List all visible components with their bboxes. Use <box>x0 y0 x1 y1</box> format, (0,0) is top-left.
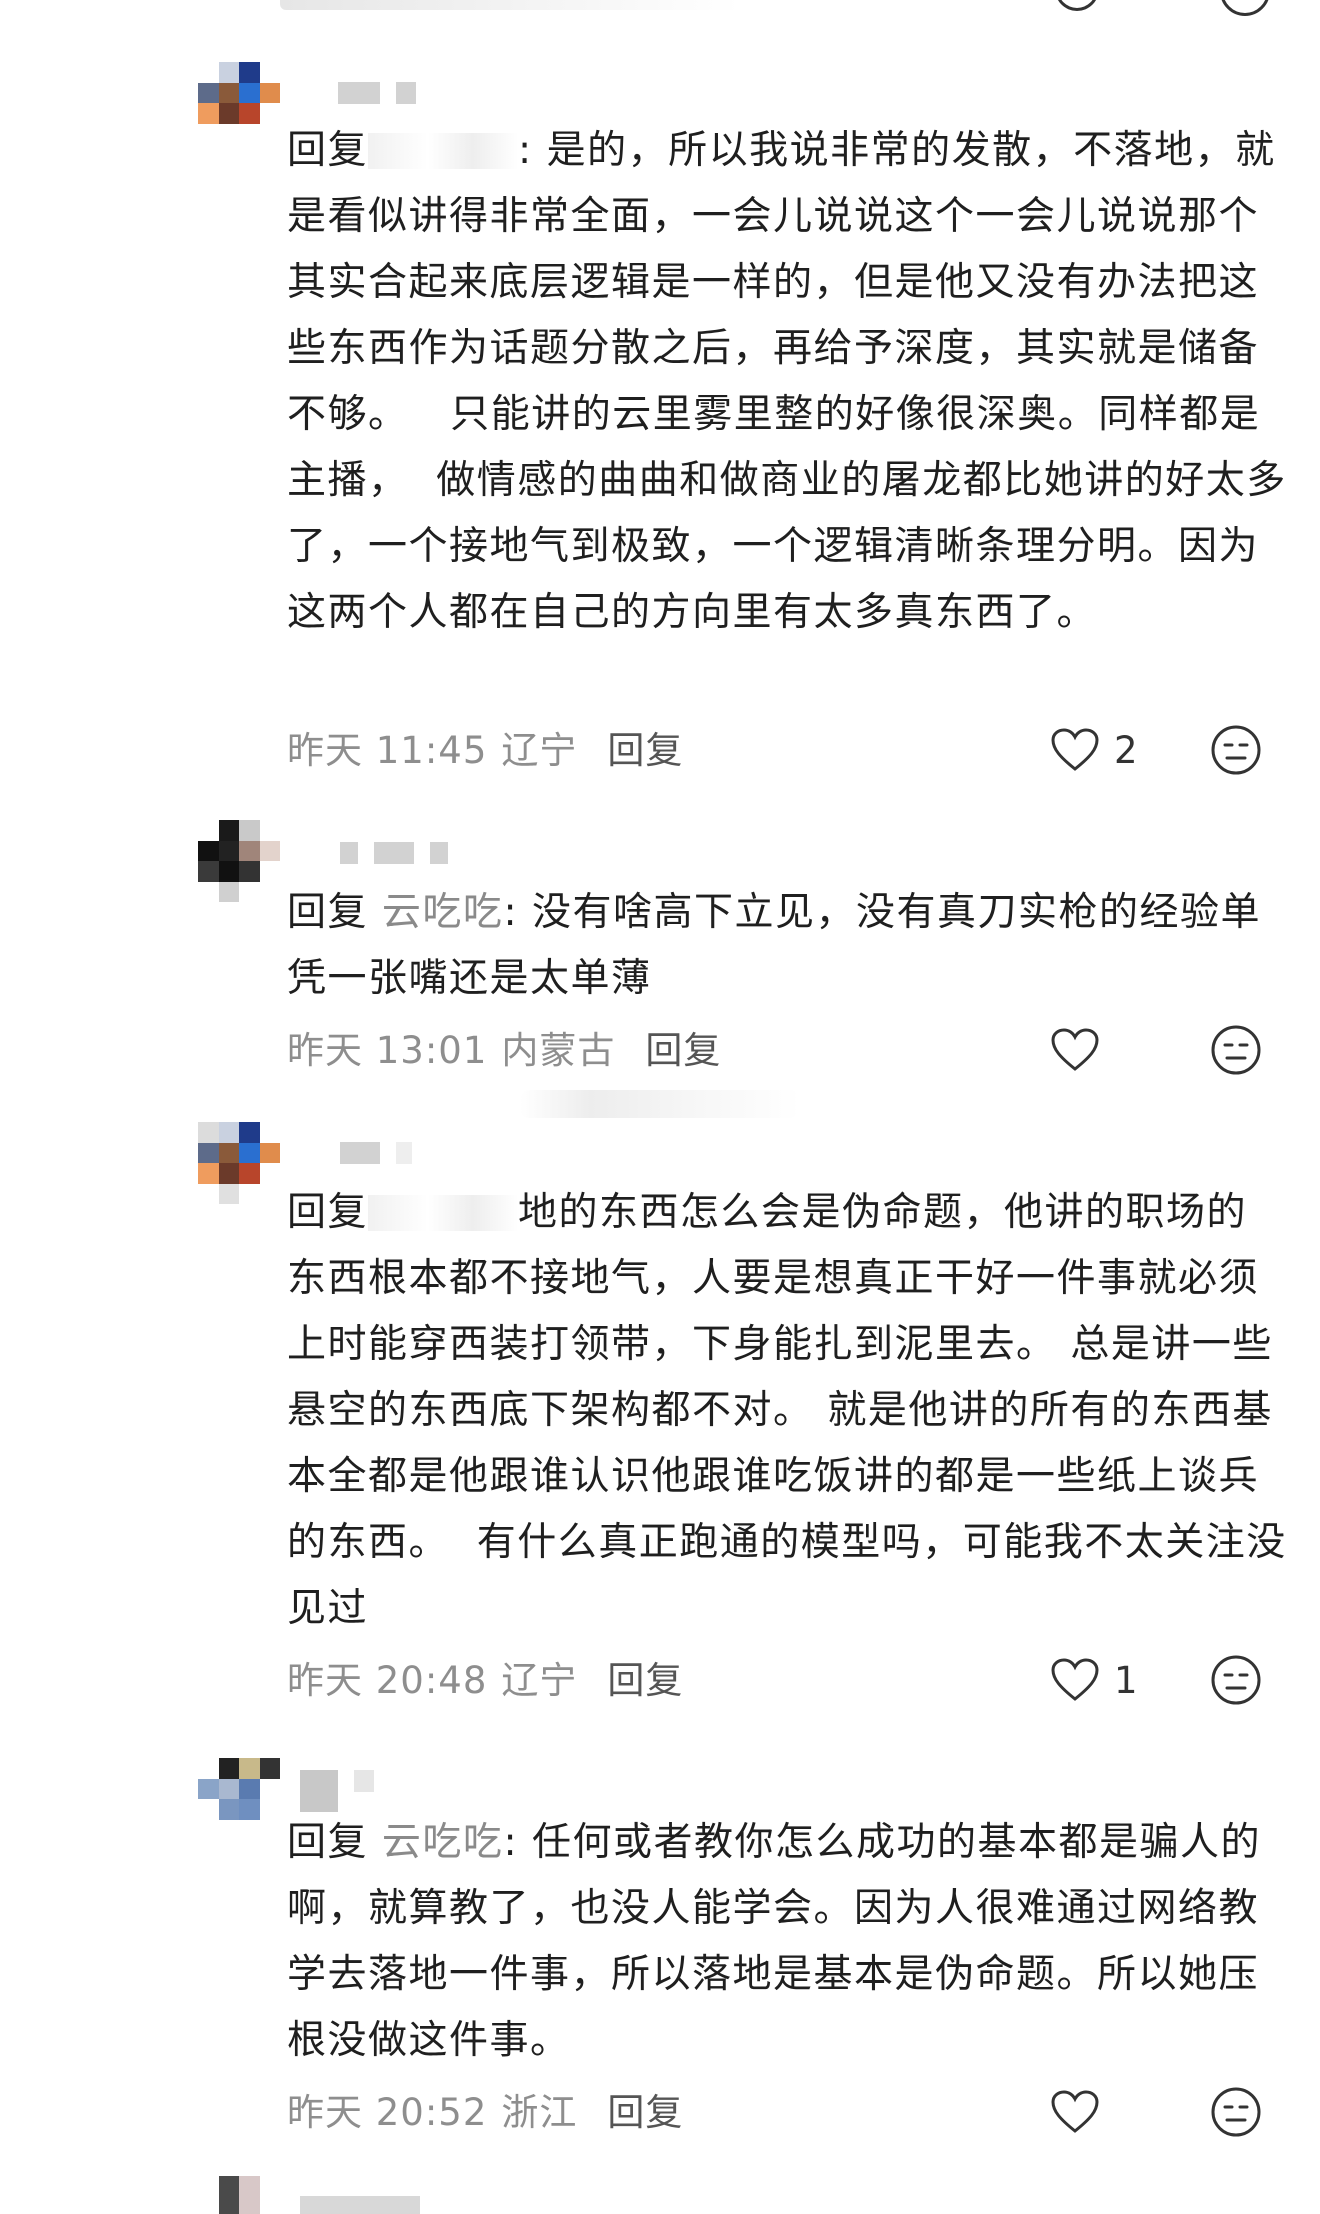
neutral-face-icon[interactable] <box>1210 1654 1262 1706</box>
comment-time: 昨天 11:45 <box>287 729 488 772</box>
comment-text: 回复 云吃吃: 任何或者教你怎么成功的基本都是骗人的啊，就算教了，也没人能学会。… <box>287 1820 1261 2063</box>
mention-username[interactable]: 云吃吃 <box>382 1820 504 1865</box>
heart-icon <box>1051 1658 1099 1701</box>
avatar[interactable] <box>198 820 280 902</box>
avatar[interactable] <box>198 62 280 144</box>
comment-location: 内蒙古 <box>501 1029 616 1072</box>
reply-button[interactable]: 回复 <box>607 1650 683 1704</box>
like-count: 1 <box>1114 1658 1138 1702</box>
comment-meta: 昨天 20:48 辽宁 回复 <box>287 1652 683 1702</box>
comment-text: 回复: 是的，所以我说非常的发散，不落地，就是看似讲得非常全面，一会儿说说这个一… <box>287 128 1287 635</box>
comment-meta: 昨天 20:52 浙江 回复 <box>287 2084 683 2134</box>
comment-location: 辽宁 <box>501 1659 578 1702</box>
comment-meta: 昨天 11:45 辽宁 回复 <box>287 722 683 772</box>
reply-prefix: 回复 <box>287 128 369 173</box>
comment-meta: 昨天 13:01 内蒙古 回复 <box>287 1022 721 1072</box>
username-blurred[interactable] <box>338 82 416 104</box>
mention-blurred[interactable] <box>368 1195 519 1231</box>
comment-location: 辽宁 <box>501 729 578 772</box>
reply-button[interactable]: 回复 <box>607 720 683 774</box>
heart-icon <box>1051 2090 1099 2133</box>
neutral-face-icon[interactable] <box>1210 1024 1262 1076</box>
avatar[interactable] <box>198 2176 280 2214</box>
heart-icon[interactable] <box>1055 0 1099 11</box>
comment-text: 回复 云吃吃: 没有啥高下立见，没有真刀实枪的经验单凭一张嘴还是太单薄 <box>287 890 1261 1001</box>
neutral-face-icon[interactable] <box>1220 0 1270 16</box>
neutral-face-icon[interactable] <box>1210 2086 1262 2138</box>
comment-location: 浙江 <box>501 2091 578 2134</box>
neutral-face-icon[interactable] <box>1210 724 1262 776</box>
previous-meta-blur <box>280 0 740 10</box>
heart-icon <box>1051 1028 1099 1071</box>
blurred-overlay <box>520 1090 800 1118</box>
mention-blurred[interactable] <box>368 133 519 169</box>
like-button[interactable] <box>1050 2084 1140 2140</box>
username-blurred[interactable] <box>340 842 448 864</box>
reply-button[interactable]: 回复 <box>645 1020 721 1074</box>
username-blurred[interactable] <box>300 1770 374 1812</box>
comment-body: 是的，所以我说非常的发散，不落地，就是看似讲得非常全面，一会儿说说这个一会儿说说… <box>287 128 1287 635</box>
reply-button[interactable]: 回复 <box>607 2082 683 2136</box>
username-blurred[interactable] <box>300 2196 420 2214</box>
avatar[interactable] <box>198 1122 280 1204</box>
like-button[interactable] <box>1050 1022 1140 1078</box>
comment-text: 回复 地的东西怎么会是伪命题，他讲的职场的东西根本都不接地气，人要是想真正干好一件… <box>287 1180 1287 1642</box>
comment-time: 昨天 13:01 <box>287 1029 488 1072</box>
comment-time: 昨天 20:48 <box>287 1659 488 1702</box>
mention-username[interactable]: 云吃吃 <box>382 890 504 935</box>
comment-time: 昨天 20:52 <box>287 2091 488 2134</box>
reply-prefix: 回复 <box>287 1190 369 1235</box>
like-count: 2 <box>1114 728 1138 772</box>
username-blurred[interactable] <box>340 1142 412 1164</box>
previous-comment-remnant <box>0 0 1320 18</box>
like-button[interactable]: 2 <box>1050 722 1140 778</box>
like-button[interactable]: 1 <box>1050 1652 1140 1708</box>
reply-prefix: 回复 <box>287 890 369 935</box>
heart-icon <box>1051 728 1099 771</box>
reply-prefix: 回复 <box>287 1820 369 1865</box>
comment-body: 地的东西怎么会是伪命题，他讲的职场的东西根本都不接地气，人要是想真正干好一件事就… <box>287 1190 1287 1631</box>
avatar[interactable] <box>198 1758 280 1840</box>
